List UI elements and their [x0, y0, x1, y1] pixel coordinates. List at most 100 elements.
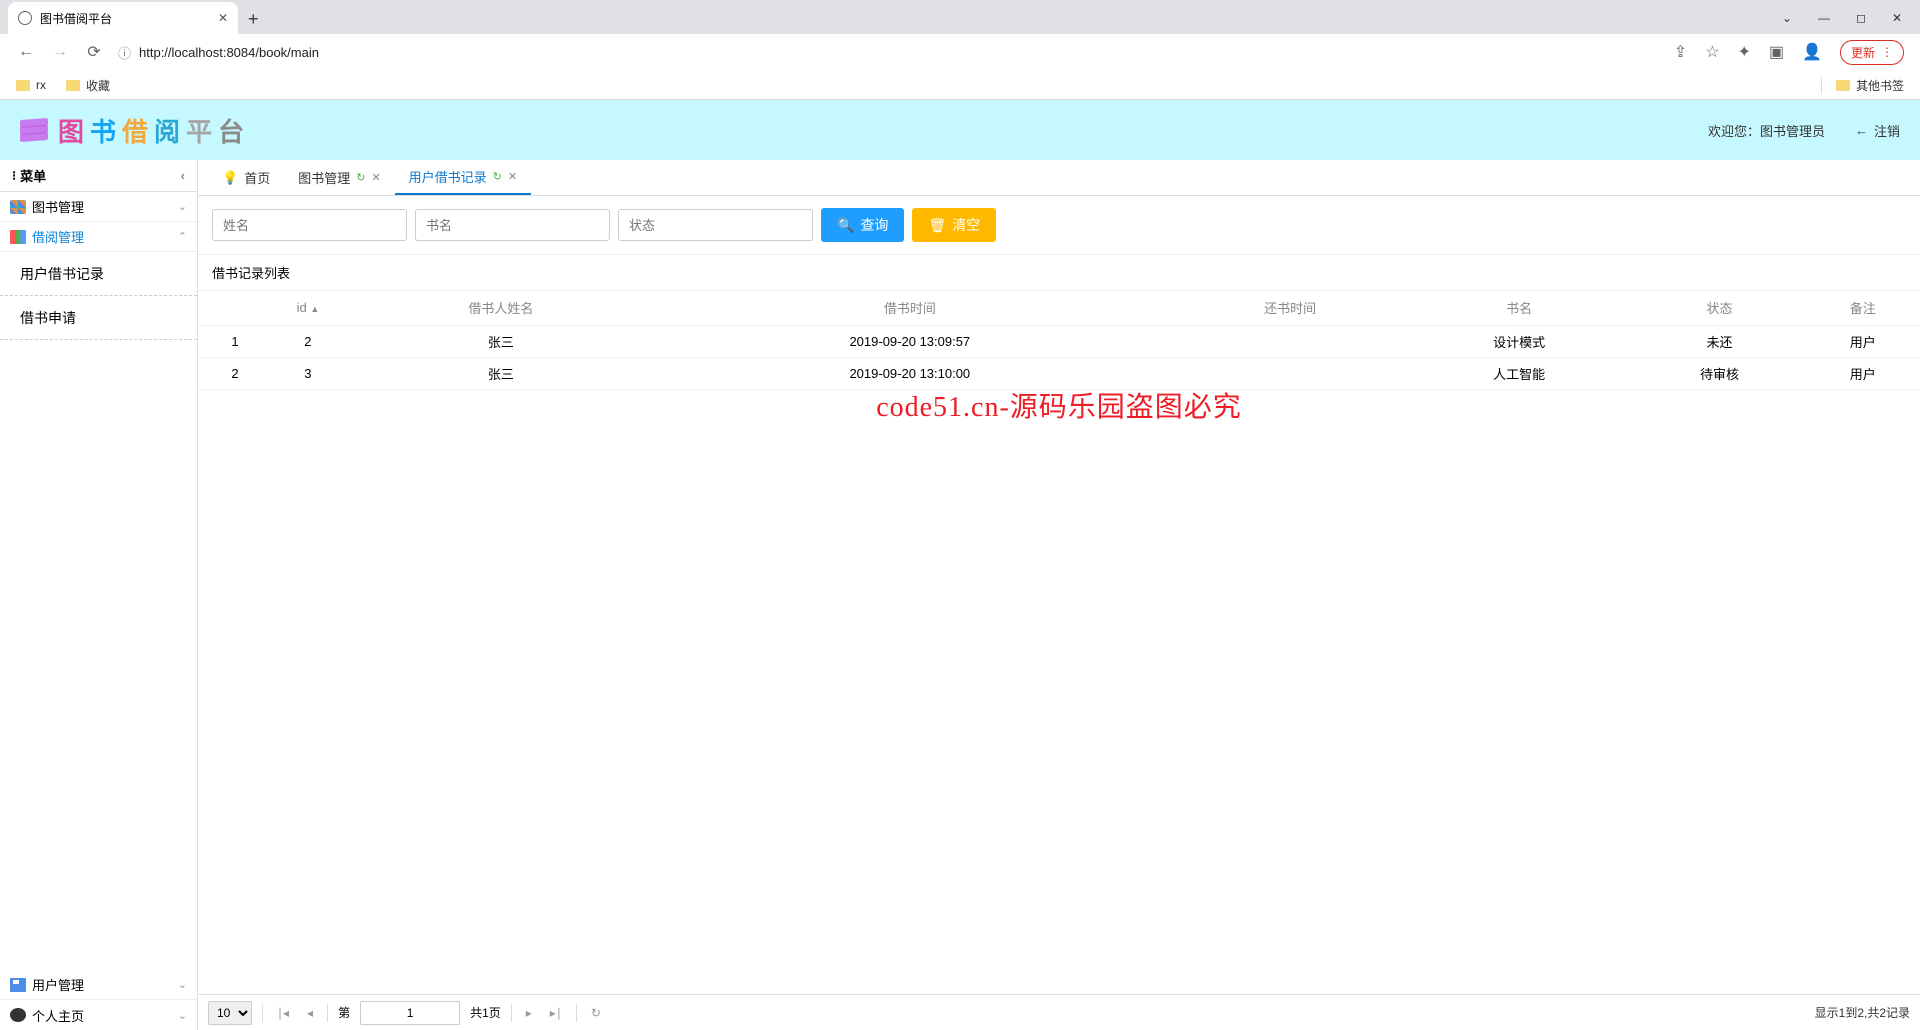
- page-label: 第: [338, 1004, 350, 1021]
- search-button[interactable]: 🔍 查询: [821, 208, 904, 242]
- books-icon: [10, 230, 26, 244]
- update-button[interactable]: 更新⋮: [1840, 40, 1904, 65]
- refresh-icon[interactable]: ↻: [356, 171, 365, 184]
- cell-return-time: [1176, 325, 1405, 357]
- stack-icon: [20, 119, 48, 141]
- sidebar-sub-records[interactable]: 用户借书记录: [0, 252, 197, 296]
- prev-page-icon[interactable]: ◂: [303, 1006, 317, 1020]
- sidebar-item-users[interactable]: 用户管理 ⌄: [0, 970, 197, 1000]
- chevron-down-icon: ⌄: [178, 1009, 187, 1022]
- app-logo: 图书借阅平台: [20, 112, 250, 149]
- folder-icon: [1836, 80, 1850, 91]
- url-field[interactable]: ⓘ http://localhost:8084/book/main: [118, 43, 1660, 62]
- browser-tab-bar: 图书借阅平台 ✕ + ⌄ ― ◻ ✕: [0, 0, 1920, 34]
- forward-icon[interactable]: →: [50, 43, 70, 61]
- search-icon: 🔍: [837, 217, 854, 234]
- col-book[interactable]: 书名: [1405, 291, 1634, 325]
- tab-records[interactable]: 用户借书记录 ↻ ✕: [395, 160, 531, 195]
- menu-header: ⁝ 菜单 ‹: [0, 160, 197, 192]
- trash-icon: 🗑: [928, 217, 946, 234]
- close-icon[interactable]: ✕: [371, 171, 380, 184]
- sidebar-item-borrow[interactable]: 借阅管理 ⌃: [0, 222, 197, 252]
- pager-refresh-icon[interactable]: ↻: [587, 1006, 605, 1020]
- app-header: 图书借阅平台 欢迎您：图书管理员 ← 注销: [0, 100, 1920, 160]
- book-input[interactable]: [415, 209, 610, 241]
- table-row[interactable]: 2 3 张三 2019-09-20 13:10:00 人工智能 待审核 用户: [198, 357, 1920, 389]
- browser-chrome: 图书借阅平台 ✕ + ⌄ ― ◻ ✕ ← → ⟳ ⓘ http://localh…: [0, 0, 1920, 100]
- reload-icon[interactable]: ⟳: [84, 42, 104, 62]
- refresh-icon[interactable]: ↻: [493, 170, 502, 183]
- first-page-icon[interactable]: ∣◂: [273, 1006, 293, 1020]
- browser-tab[interactable]: 图书借阅平台 ✕: [8, 2, 238, 34]
- page-number-input[interactable]: [360, 1001, 460, 1025]
- col-state[interactable]: 状态: [1634, 291, 1806, 325]
- clear-button[interactable]: 🗑 清空: [912, 208, 996, 242]
- back-arrow-icon: ←: [1855, 123, 1868, 138]
- back-icon[interactable]: ←: [16, 43, 36, 61]
- app-title: 图书借阅平台: [58, 112, 250, 149]
- total-pages: 共1页: [470, 1004, 501, 1021]
- cell-borrow-time: 2019-09-20 13:09:57: [644, 325, 1176, 357]
- folder-icon: [66, 80, 80, 91]
- last-page-icon[interactable]: ▸∣: [546, 1006, 566, 1020]
- col-return-time[interactable]: 还书时间: [1176, 291, 1405, 325]
- globe-icon: [18, 11, 32, 25]
- sidebar: ⁝ 菜单 ‹ 图书管理 ⌄ 借阅管理 ⌃ 用户借书记录 借书申请 用户管理 ⌄ …: [0, 160, 198, 1030]
- close-icon[interactable]: ✕: [218, 11, 228, 25]
- star-icon[interactable]: ☆: [1705, 42, 1719, 62]
- page-size-select[interactable]: 10: [208, 1001, 252, 1025]
- close-icon[interactable]: ✕: [508, 170, 517, 183]
- bookmarks-bar: rx 收藏 其他书签: [0, 70, 1920, 100]
- info-icon: ⓘ: [118, 43, 131, 62]
- table-row[interactable]: 1 2 张三 2019-09-20 13:09:57 设计模式 未还 用户: [198, 325, 1920, 357]
- extensions-icon[interactable]: ✦: [1738, 42, 1751, 62]
- col-borrow-time[interactable]: 借书时间: [644, 291, 1176, 325]
- bookmark-folder-rx[interactable]: rx: [16, 78, 46, 92]
- name-input[interactable]: [212, 209, 407, 241]
- welcome-text: 欢迎您：图书管理员: [1708, 121, 1825, 140]
- records-table: id ▲ 借书人姓名 借书时间 还书时间 书名 状态 备注 1 2 张三 201…: [198, 291, 1920, 390]
- share-icon[interactable]: ⇪: [1674, 42, 1687, 62]
- cell-remark: 用户: [1805, 325, 1920, 357]
- pager-summary: 显示1到2,共2记录: [1815, 1004, 1910, 1021]
- close-window-icon[interactable]: ✕: [1892, 11, 1902, 25]
- col-remark[interactable]: 备注: [1805, 291, 1920, 325]
- cell-borrow-time: 2019-09-20 13:10:00: [644, 357, 1176, 389]
- chevron-up-icon: ⌃: [178, 230, 187, 243]
- window-controls: ⌄ ― ◻ ✕: [1782, 2, 1920, 34]
- new-tab-button[interactable]: +: [238, 5, 269, 34]
- logout-button[interactable]: ← 注销: [1855, 121, 1900, 140]
- sidebar-sub-apply[interactable]: 借书申请: [0, 296, 197, 340]
- cell-index: 2: [198, 357, 258, 389]
- tabs-icon[interactable]: ▣: [1769, 42, 1784, 62]
- folder-icon: [16, 80, 30, 91]
- chevron-down-icon: ⌄: [178, 978, 187, 991]
- profile-icon[interactable]: 👤: [1802, 42, 1822, 62]
- chevron-down-icon[interactable]: ⌄: [1782, 11, 1792, 25]
- tab-book-mgmt[interactable]: 图书管理 ↻ ✕: [284, 160, 394, 195]
- col-id[interactable]: id ▲: [258, 291, 358, 325]
- content-tabs: 💡 首页 图书管理 ↻ ✕ 用户借书记录 ↻ ✕: [198, 160, 1920, 196]
- main-content: 💡 首页 图书管理 ↻ ✕ 用户借书记录 ↻ ✕ 🔍 查询: [198, 160, 1920, 1030]
- cell-id: 3: [258, 357, 358, 389]
- bookmark-folder-fav[interactable]: 收藏: [66, 77, 110, 94]
- col-index: [198, 291, 258, 325]
- chevron-down-icon: ⌄: [178, 200, 187, 213]
- next-page-icon[interactable]: ▸: [522, 1006, 536, 1020]
- disk-icon: [10, 978, 26, 992]
- panel-title: 借书记录列表: [198, 254, 1920, 291]
- tiles-icon: [10, 200, 26, 214]
- collapse-icon[interactable]: ‹: [181, 168, 185, 183]
- browser-tab-title: 图书借阅平台: [40, 10, 112, 27]
- sort-asc-icon: ▲: [310, 304, 319, 314]
- col-borrower[interactable]: 借书人姓名: [358, 291, 644, 325]
- sidebar-item-personal[interactable]: 个人主页 ⌄: [0, 1000, 197, 1030]
- other-bookmarks[interactable]: 其他书签: [1821, 77, 1904, 94]
- maximize-icon[interactable]: ◻: [1856, 11, 1866, 25]
- minimize-icon[interactable]: ―: [1818, 11, 1830, 25]
- state-input[interactable]: [618, 209, 813, 241]
- tab-home[interactable]: 💡 首页: [208, 160, 284, 195]
- sidebar-item-books[interactable]: 图书管理 ⌄: [0, 192, 197, 222]
- bulb-icon: 💡: [222, 170, 238, 186]
- cell-index: 1: [198, 325, 258, 357]
